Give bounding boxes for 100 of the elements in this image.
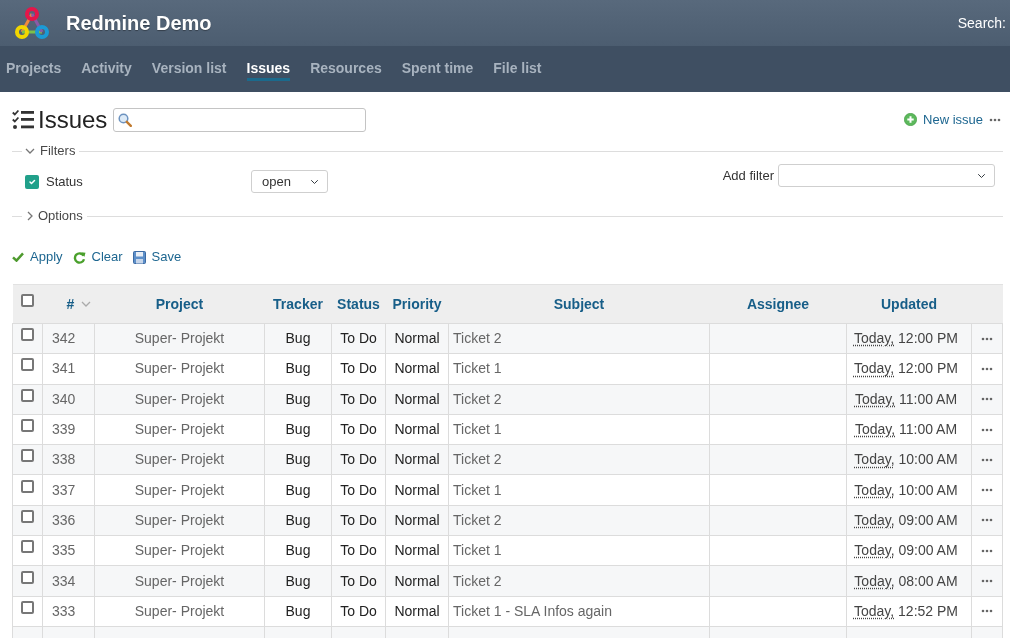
section-toggle[interactable]: Options — [22, 208, 87, 224]
table-cell: Normal — [385, 414, 449, 445]
row-checkbox[interactable] — [21, 600, 34, 614]
table-cell: To Do — [331, 353, 386, 385]
subject-link[interactable]: Ticket 1 — [453, 360, 502, 377]
apply-link[interactable]: Apply — [12, 247, 63, 267]
filter-checkbox[interactable] — [25, 174, 39, 189]
updated-cell: Today, 10:00 AM — [846, 475, 972, 506]
subject-link[interactable]: Ticket 2 — [453, 511, 502, 528]
search-label: Search: — [957, 13, 1006, 33]
subject-link[interactable]: Ticket 2 — [453, 330, 502, 347]
row-checkbox[interactable] — [21, 509, 34, 523]
ellipsis-icon[interactable] — [981, 609, 993, 614]
table-cell: To Do — [331, 414, 386, 445]
check-icon — [12, 252, 24, 262]
table-cell: To Do — [331, 475, 386, 506]
column-header[interactable]: # — [66, 293, 75, 315]
table-cell: Normal — [385, 565, 449, 597]
add-filter-label: Add filter — [722, 166, 774, 185]
row-checkbox[interactable] — [21, 419, 34, 433]
updated-cell: Today, 12:00 PM — [846, 323, 972, 354]
table-cell: To Do — [331, 596, 386, 627]
updated-cell: Today, 11:00 AM — [846, 384, 972, 415]
table-cell: To Do — [331, 384, 386, 415]
table-cell: Bug — [264, 505, 332, 536]
column-header[interactable]: Subject — [553, 293, 605, 315]
menu-tab[interactable]: File list — [493, 57, 542, 81]
clear-link[interactable]: Clear — [72, 247, 123, 267]
chevron-down-icon — [25, 148, 35, 154]
select-all-checkbox[interactable] — [21, 293, 34, 307]
table-cell: Bug — [264, 323, 332, 354]
ellipsis-icon[interactable] — [981, 427, 993, 432]
table-cell: Normal — [385, 444, 449, 475]
subject-link[interactable]: Ticket 1 — [453, 481, 502, 498]
new-issue-link[interactable]: New issue — [904, 109, 983, 130]
save-link[interactable]: Save — [132, 247, 182, 267]
operator-select[interactable]: open — [251, 170, 328, 193]
row-checkbox[interactable] — [21, 479, 34, 493]
section-toggle[interactable]: Filters — [22, 143, 80, 159]
subject-link[interactable]: Ticket 2 — [453, 451, 502, 468]
table-cell: Normal — [385, 323, 449, 354]
table-cell: Normal — [385, 535, 449, 566]
subject-link[interactable]: Ticket 2 — [453, 390, 502, 407]
ellipsis-icon[interactable] — [981, 366, 993, 371]
table-cell: To Do — [331, 444, 386, 475]
checklist-icon — [12, 109, 34, 130]
table-cell: To Do — [331, 323, 386, 354]
table-cell: Normal — [385, 384, 449, 415]
table-cell: Normal — [385, 505, 449, 536]
menu-tab[interactable]: Issues — [246, 57, 291, 81]
updated-cell: Today, 12:52 PM — [846, 596, 972, 627]
ellipsis-icon[interactable] — [981, 397, 993, 402]
subject-link[interactable]: Ticket 1 — [453, 542, 502, 559]
menu-tab[interactable]: Activity — [81, 57, 132, 81]
table-cell: Normal — [385, 475, 449, 506]
ellipsis-icon[interactable] — [981, 488, 993, 493]
table-cell: To Do — [331, 535, 386, 566]
updated-cell: Today, 09:00 AM — [846, 505, 972, 536]
table-cell: Bug — [264, 565, 332, 597]
row-checkbox[interactable] — [21, 388, 34, 402]
menu-tab[interactable]: Projects — [6, 57, 62, 81]
logo-icon[interactable] — [14, 6, 50, 40]
menu-tab[interactable]: Spent time — [401, 57, 474, 81]
table-cell: To Do — [331, 505, 386, 536]
filter-label: Status — [46, 172, 84, 191]
ellipsis-icon[interactable] — [981, 548, 993, 553]
ellipsis-icon[interactable] — [981, 336, 993, 341]
ellipsis-icon[interactable] — [989, 117, 1001, 122]
row-checkbox[interactable] — [21, 540, 34, 554]
updated-cell: Today, 12:00 PM — [846, 353, 972, 385]
table-cell: Bug — [264, 535, 332, 566]
table-cell: Bug — [264, 353, 332, 385]
column-header[interactable]: Project — [155, 293, 204, 315]
row-checkbox[interactable] — [21, 570, 34, 584]
site-title[interactable]: Redmine Demo — [66, 8, 212, 38]
ellipsis-icon[interactable] — [981, 579, 993, 583]
subject-link[interactable]: Ticket 1 — [453, 421, 502, 438]
updated-cell: Today, 10:00 AM — [846, 444, 972, 475]
table-cell: Bug — [264, 596, 332, 627]
table-cell: Bug — [264, 384, 332, 415]
chevron-right-icon — [27, 211, 33, 221]
menu-tab[interactable]: Version list — [151, 57, 227, 81]
page-title: Issues — [38, 107, 108, 132]
updated-cell: Today, 08:00 AM — [846, 565, 972, 597]
row-checkbox[interactable] — [21, 328, 34, 342]
ellipsis-icon[interactable] — [981, 457, 993, 462]
row-checkbox[interactable] — [21, 358, 34, 372]
table-cell: Bug — [264, 475, 332, 506]
table-cell: Bug — [264, 414, 332, 445]
table-cell: Normal — [385, 353, 449, 385]
row-checkbox[interactable] — [21, 449, 34, 463]
ellipsis-icon[interactable] — [981, 518, 993, 523]
table-cell: Normal — [385, 596, 449, 627]
menu-tab[interactable]: Resources — [310, 57, 382, 81]
search-field[interactable] — [113, 107, 367, 132]
updated-cell: Today, 11:00 AM — [846, 414, 972, 445]
search-icon — [118, 112, 133, 127]
table-cell: Bug — [264, 444, 332, 475]
subject-link[interactable]: Ticket 2 — [453, 572, 502, 589]
table-cell: To Do — [331, 565, 386, 597]
